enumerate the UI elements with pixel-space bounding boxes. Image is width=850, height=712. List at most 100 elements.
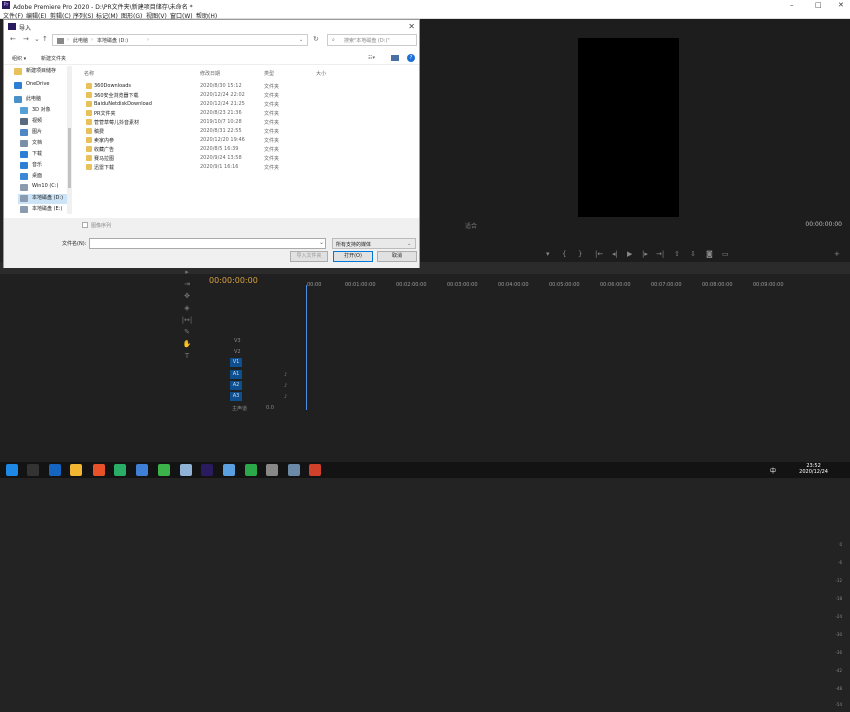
export-frame-icon[interactable]: ◙ — [706, 250, 713, 258]
track-target-v1[interactable]: V1 — [230, 358, 242, 367]
tree-item[interactable]: 下载 — [18, 150, 42, 160]
view-options-icon[interactable]: ☷▾ — [368, 55, 375, 61]
browser-icon[interactable] — [158, 464, 170, 476]
preview-pane-icon[interactable] — [391, 55, 399, 61]
add-marker-icon[interactable]: ▾ — [546, 250, 550, 258]
column-type[interactable]: 类型 — [264, 70, 274, 77]
extract-icon[interactable]: ⇩ — [690, 250, 696, 258]
minimize-button[interactable]: – — [790, 1, 794, 9]
tree-item[interactable]: 本地磁盘 (E:) — [18, 205, 62, 215]
track-a3[interactable]: A3 ♪ — [220, 392, 300, 402]
file-row[interactable]: 赛马拉图 2020/9/24 13:58 文件夹 — [84, 154, 284, 163]
tree-scrollbar[interactable] — [67, 66, 72, 214]
tree-item[interactable]: 3D 对象 — [18, 106, 51, 116]
back-icon[interactable]: ← — [10, 35, 16, 43]
tree-item[interactable]: 此电脑 — [12, 95, 41, 105]
mark-out-icon[interactable]: } — [578, 250, 582, 258]
step-back-icon[interactable]: ◂| — [612, 250, 618, 258]
track-v2[interactable]: V2 — [220, 347, 300, 357]
add-button-icon[interactable]: + — [834, 250, 840, 258]
track-target-a2[interactable]: A2 — [230, 381, 242, 390]
tree-item-selected[interactable]: 本地磁盘 (D:) — [18, 194, 68, 204]
file-row[interactable]: 稿费 2020/8/31 22:55 文件夹 — [84, 127, 284, 136]
file-row[interactable]: 迅雷下载 2020/9/1 16:16 文件夹 — [84, 163, 284, 172]
new-folder-button[interactable]: 新建文件夹 — [41, 55, 66, 62]
fit-dropdown[interactable]: 适合 — [465, 221, 477, 230]
track-v1[interactable]: V1 — [220, 358, 300, 368]
track-target-a1[interactable]: A1 — [230, 370, 242, 379]
app-icon[interactable] — [223, 464, 235, 476]
close-icon[interactable]: ✕ — [408, 22, 415, 31]
ripple-edit-icon[interactable]: ✥ — [180, 292, 194, 300]
refresh-icon[interactable]: ↻ — [313, 35, 319, 43]
image-sequence-checkbox[interactable] — [82, 222, 88, 228]
forward-icon[interactable]: → — [23, 35, 29, 43]
tree-item[interactable]: Win10 (C:) — [18, 183, 58, 193]
calculator-icon[interactable] — [180, 464, 192, 476]
file-row[interactable]: 菅菅草莓儿抖音素材 2019/10/7 10:28 文件夹 — [84, 118, 284, 127]
ime-indicator[interactable]: 中 — [770, 466, 776, 475]
file-row[interactable]: 收藏广告 2020/8/5 16:39 文件夹 — [84, 145, 284, 154]
column-size[interactable]: 大小 — [316, 70, 326, 77]
playhead[interactable] — [306, 285, 307, 410]
app-icon[interactable] — [288, 464, 300, 476]
app-icon[interactable] — [93, 464, 105, 476]
filename-dropdown-icon[interactable]: ⌄ — [319, 239, 324, 246]
hand-tool-icon[interactable]: ✋ — [180, 340, 194, 348]
search-icon[interactable] — [27, 464, 39, 476]
file-row[interactable]: BaiduNetdiskDownload 2020/12/24 21:25 文件夹 — [84, 100, 284, 109]
file-row[interactable]: 360安全浏览器下载 2020/12/24 22:02 文件夹 — [84, 91, 284, 100]
wechat-icon[interactable] — [114, 464, 126, 476]
filetype-select[interactable]: 所有支持的媒体 ⌄ — [332, 238, 416, 249]
type-tool-icon[interactable]: T — [180, 352, 194, 360]
play-icon[interactable]: ▶ — [627, 250, 632, 258]
slip-tool-icon[interactable]: |↔| — [180, 316, 194, 324]
premiere-taskbar-icon[interactable] — [201, 464, 213, 476]
go-to-in-icon[interactable]: |← — [595, 250, 603, 258]
close-window-button[interactable]: ✕ — [838, 1, 844, 9]
file-row[interactable]: 360Downloads 2020/8/30 15:12 文件夹 — [84, 82, 284, 91]
tree-item[interactable]: 文档 — [18, 139, 42, 149]
tree-item[interactable]: OneDrive — [12, 81, 50, 91]
app-icon[interactable] — [266, 464, 278, 476]
breadcrumb-this-pc[interactable]: 此电脑 — [73, 37, 88, 44]
track-v3[interactable]: V3 — [220, 336, 300, 346]
app-icon[interactable] — [245, 464, 257, 476]
mark-in-icon[interactable]: { — [562, 250, 566, 258]
column-date[interactable]: 修改日期 — [200, 70, 220, 77]
search-input[interactable]: ⌕ 搜索"本地磁盘 (D:)" — [327, 34, 417, 46]
breadcrumb-current[interactable]: 本地磁盘 (D:) — [97, 37, 128, 44]
scrollbar-thumb[interactable] — [68, 128, 71, 188]
track-master[interactable]: 主声道 0.0 — [220, 403, 300, 413]
track-a1[interactable]: A1 ♪ — [220, 370, 300, 380]
step-forward-icon[interactable]: |▸ — [642, 250, 648, 258]
go-to-out-icon[interactable]: →| — [656, 250, 664, 258]
pen-tool-icon[interactable]: ✎ — [180, 328, 194, 336]
tree-item[interactable]: 桌面 — [18, 172, 42, 182]
track-a2[interactable]: A2 ♪ — [220, 381, 300, 391]
file-row[interactable]: 卖家内参 2020/12/20 19:46 文件夹 — [84, 136, 284, 145]
open-button[interactable]: 打开(O) — [333, 251, 373, 262]
tree-item[interactable]: 音乐 — [18, 161, 42, 171]
tree-item[interactable]: 新建项目储存 — [12, 67, 56, 77]
address-bar[interactable]: › 此电脑 › 本地磁盘 (D:) › ⌄ — [52, 34, 308, 46]
clock[interactable]: 23:52 2020/12/24 — [799, 463, 828, 475]
tree-item[interactable]: 视频 — [18, 117, 42, 127]
track-target-a3[interactable]: A3 — [230, 392, 242, 401]
maximize-button[interactable]: □ — [815, 1, 822, 9]
filename-field[interactable] — [89, 238, 326, 249]
organize-button[interactable]: 组织 ▾ — [12, 55, 26, 62]
compare-icon[interactable]: ▭ — [722, 250, 729, 258]
razor-tool-icon[interactable]: ◈ — [180, 304, 194, 312]
address-dropdown-icon[interactable]: ⌄ — [299, 37, 303, 43]
edge-icon[interactable] — [49, 464, 61, 476]
selection-tool-icon[interactable]: ▸ — [180, 268, 194, 276]
start-icon[interactable] — [6, 464, 18, 476]
file-row[interactable]: PR文件夹 2020/8/23 21:36 文件夹 — [84, 109, 284, 118]
help-icon[interactable]: ? — [407, 54, 415, 62]
file-explorer-icon[interactable] — [70, 464, 82, 476]
app-icon[interactable] — [309, 464, 321, 476]
chevron-down-icon[interactable]: ⌄ — [34, 35, 40, 43]
cancel-button[interactable]: 取消 — [377, 251, 417, 262]
track-select-icon[interactable]: ⇥ — [180, 280, 194, 288]
